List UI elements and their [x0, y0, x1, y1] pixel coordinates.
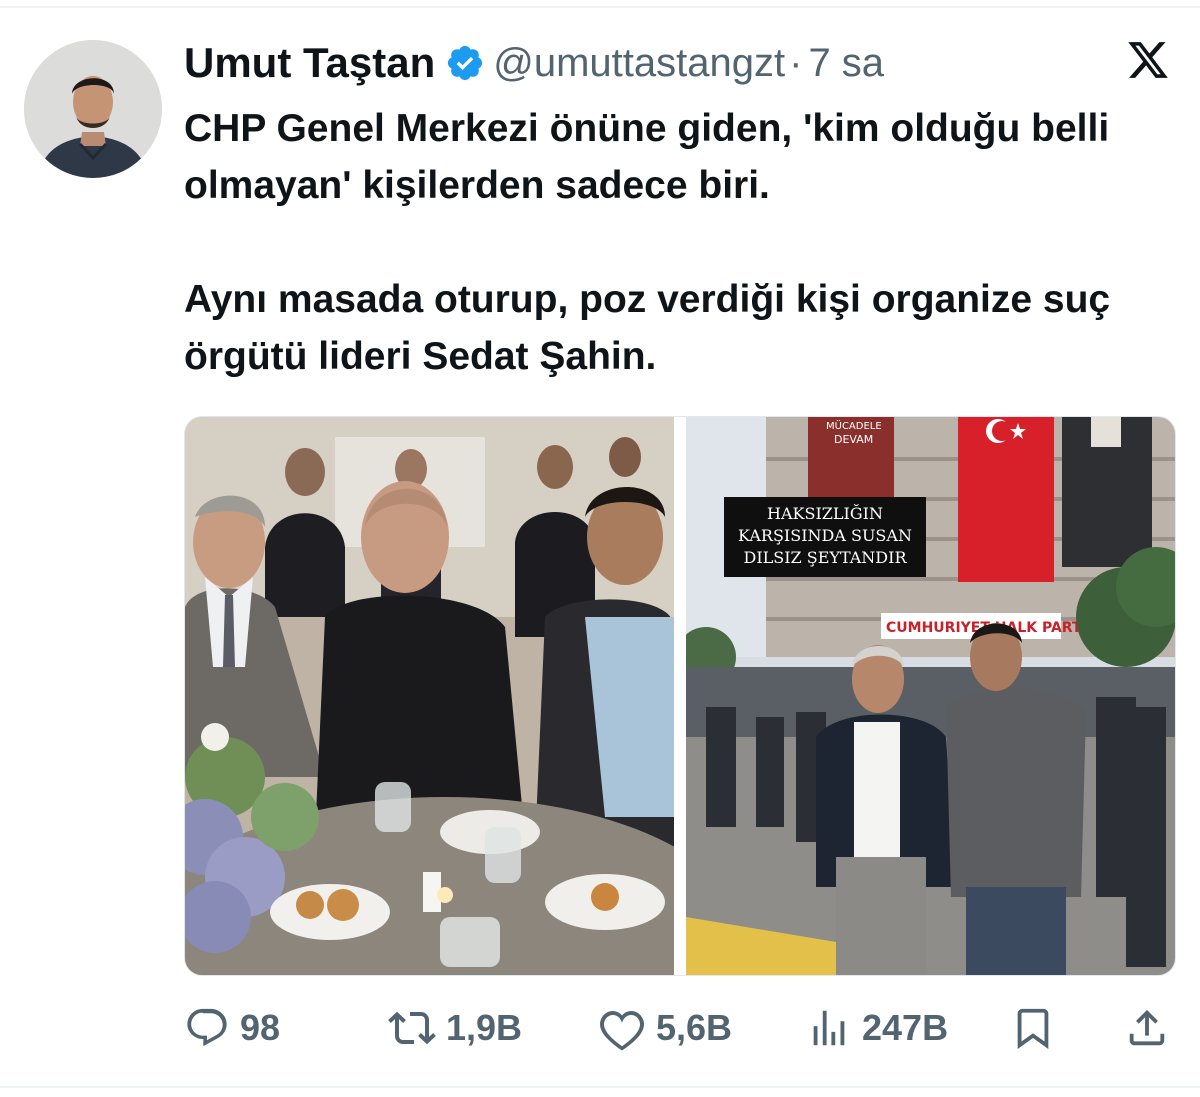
top-divider: [0, 6, 1200, 8]
dinner-photo-image: [185, 417, 674, 975]
caption-line-3: DILSIZ ŞEYTANDIR: [743, 548, 907, 567]
like-button[interactable]: 5,6B: [598, 1000, 732, 1056]
heart-icon: [598, 1004, 646, 1052]
banner-text-1: MÜCADELE: [826, 419, 882, 432]
tweet-paragraph-2: Aynı masada oturup, poz verdiği kişi org…: [184, 278, 1111, 378]
like-count: 5,6B: [656, 1007, 733, 1048]
tweet-timestamp[interactable]: 7 sa: [808, 41, 884, 86]
reply-count: 98: [240, 1007, 281, 1048]
reply-button[interactable]: 98: [184, 1000, 280, 1056]
retweet-count: 1,9B: [446, 1007, 523, 1048]
avatar-image: [24, 40, 162, 178]
media-photo-dinner[interactable]: [185, 417, 674, 975]
tweet-action-bar: 98 1,9B 5,6B 247B: [184, 1000, 1174, 1056]
views-button[interactable]: 247B: [806, 1000, 948, 1056]
tweet-header: Umut Taştan @umuttastangzt · 7 sa: [184, 38, 884, 88]
share-button[interactable]: [1124, 1000, 1170, 1056]
tweet-text: CHP Genel Merkezi önüne giden, 'kim oldu…: [184, 100, 1174, 385]
verified-badge-icon: [445, 43, 485, 83]
bookmark-button[interactable]: [1010, 1000, 1056, 1056]
caption-line-1: HAKSIZLIĞIN: [767, 504, 883, 523]
author-display-name[interactable]: Umut Taştan: [184, 39, 435, 87]
header-separator: ·: [789, 40, 803, 85]
media-photo-chp-headquarters[interactable]: MÜCADELE DEVAM CUMHURIYET HALK PARTI HAK…: [686, 417, 1175, 975]
retweet-icon: [388, 1004, 436, 1052]
caption-line-2: KARŞISINDA SUSAN: [738, 526, 912, 545]
bottom-divider: [0, 1086, 1200, 1088]
author-avatar[interactable]: [24, 40, 162, 178]
tweet-media: MÜCADELE DEVAM CUMHURIYET HALK PARTI HAK…: [184, 416, 1176, 976]
views-count: 247B: [862, 1007, 949, 1048]
photo-caption-overlay: HAKSIZLIĞIN KARŞISINDA SUSAN DILSIZ ŞEYT…: [724, 497, 926, 577]
reply-icon: [184, 1005, 230, 1051]
author-handle[interactable]: @umuttastangzt: [493, 41, 785, 86]
share-icon: [1124, 1005, 1170, 1051]
banner-text-2: DEVAM: [834, 433, 873, 446]
retweet-button[interactable]: 1,9B: [388, 1000, 522, 1056]
x-logo-icon[interactable]: [1126, 38, 1170, 82]
tweet-paragraph-1: CHP Genel Merkezi önüne giden, 'kim oldu…: [184, 107, 1110, 207]
views-chart-icon: [806, 1005, 852, 1051]
bookmark-icon: [1010, 1005, 1056, 1051]
